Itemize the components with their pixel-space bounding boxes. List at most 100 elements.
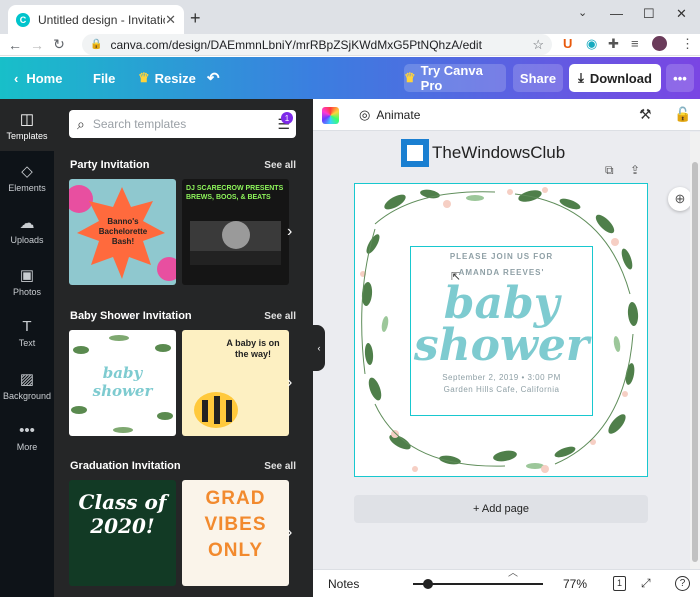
design-page[interactable]: PLEASE JOIN US FOR AMANDA REEVES' baby s…: [354, 183, 648, 477]
color-picker-icon[interactable]: [322, 107, 339, 124]
invite-place[interactable]: Garden Hills Cafe, California: [444, 385, 560, 394]
invite-line-1: PLEASE JOIN US FOR: [449, 252, 554, 261]
tab-search-icon[interactable]: ⌄: [578, 6, 587, 19]
search-input[interactable]: [92, 117, 253, 131]
chevron-up-icon[interactable]: ︿: [508, 564, 518, 579]
reload-icon[interactable]: ↻: [48, 36, 70, 53]
invite-date[interactable]: September 2, 2019 • 3:00 PM: [442, 373, 561, 382]
back-icon[interactable]: ←: [4, 37, 26, 53]
extensions-puzzle-icon[interactable]: ✚: [608, 36, 619, 52]
extension-grammar-icon[interactable]: ◉: [586, 36, 597, 52]
uploads-icon: ☁: [19, 214, 35, 232]
add-page-button[interactable]: + Add page: [354, 495, 648, 523]
lock-icon[interactable]: 🔓: [674, 106, 691, 123]
share-label: Share: [519, 70, 557, 86]
resize-label: Resize: [154, 70, 196, 86]
rail-item-text[interactable]: T Text: [0, 307, 54, 359]
url-bar[interactable]: 🔒 canva.com/design/DAEmmnLbniY/mrRBpZSjK…: [82, 34, 552, 55]
elements-icon: ◇: [21, 162, 33, 180]
next-arrow-icon[interactable]: ›: [287, 524, 292, 542]
thumb-text: GRAD VIBES ONLY: [204, 488, 267, 561]
resize-button[interactable]: ♛ Resize: [138, 57, 196, 99]
animate-label: Animate: [376, 108, 421, 122]
animate-button[interactable]: ◎ Animate: [359, 107, 420, 123]
browser-menu-icon[interactable]: ⋮: [681, 36, 694, 52]
rail-item-photos[interactable]: ▣ Photos: [0, 255, 54, 307]
rail-item-uploads[interactable]: ☁ Uploads: [0, 203, 54, 255]
media-control-icon[interactable]: ≡: [631, 36, 639, 51]
duplicate-page-icon[interactable]: ⧉: [605, 163, 614, 178]
new-tab-icon[interactable]: +: [190, 8, 201, 29]
left-rail: ◫ Templates ◇ Elements ☁ Uploads ▣ Photo…: [0, 99, 54, 597]
download-button[interactable]: ⤓ Download: [569, 64, 661, 92]
template-thumb-baby-shower[interactable]: baby shower: [69, 330, 176, 436]
forward-icon[interactable]: →: [26, 37, 48, 53]
template-thumb-grad-vibes[interactable]: GRAD VIBES ONLY: [182, 480, 289, 586]
rail-item-label: Elements: [8, 182, 46, 193]
rail-item-background[interactable]: ▨ Background: [0, 359, 54, 411]
invitation-text-frame[interactable]: PLEASE JOIN US FOR AMANDA REEVES' baby s…: [410, 246, 593, 416]
browser-tab[interactable]: C Untitled design - Invitation (Squ… ✕: [8, 5, 184, 34]
see-all-link[interactable]: See all: [264, 160, 296, 171]
maximize-icon[interactable]: ☐: [643, 6, 655, 22]
logo-text: TheWindowsClub: [432, 143, 566, 162]
home-button[interactable]: ‹ Home: [14, 57, 62, 99]
next-arrow-icon[interactable]: ›: [287, 374, 292, 392]
see-all-link[interactable]: See all: [264, 311, 296, 322]
window-close-icon[interactable]: ✕: [676, 6, 687, 22]
download-icon: ⤓: [578, 70, 584, 85]
section-title: Party Invitation: [70, 159, 150, 171]
fullscreen-icon[interactable]: ⤢: [641, 576, 651, 591]
zoom-slider-knob[interactable]: [423, 579, 433, 589]
templates-icon: ◫: [19, 110, 35, 128]
rail-item-label: Background: [2, 390, 52, 401]
thumb-text: baby shower: [92, 364, 153, 400]
vertical-scrollbar[interactable]: [690, 132, 700, 569]
more-options-icon[interactable]: •••: [666, 64, 694, 92]
share-button[interactable]: Share: [513, 64, 563, 92]
collapse-panel-icon[interactable]: ‹: [313, 325, 325, 371]
rail-item-templates[interactable]: ◫ Templates: [0, 99, 54, 151]
close-tab-icon[interactable]: ✕: [165, 12, 176, 28]
scrollbar-thumb[interactable]: [692, 162, 698, 562]
notes-button[interactable]: Notes: [328, 577, 359, 591]
template-thumb-brews-boos[interactable]: DJ SCARECROW PRESENTS BREWS, BOOS, & BEA…: [182, 179, 289, 285]
invite-title-shower[interactable]: shower: [414, 324, 589, 368]
template-thumb-class-of-2020[interactable]: Class of 2020!: [69, 480, 176, 586]
page-count-icon[interactable]: 1: [613, 576, 626, 591]
next-arrow-icon[interactable]: ›: [287, 223, 292, 241]
filter-count-badge: 1: [281, 112, 293, 124]
minimize-icon[interactable]: —: [610, 6, 623, 21]
try-pro-label: Try Canva Pro: [420, 63, 483, 93]
undo-icon[interactable]: ↶: [207, 57, 220, 99]
thumb-text: DJ SCARECROW PRESENTS BREWS, BOOS, & BEA…: [186, 185, 284, 201]
try-canva-pro-button[interactable]: ♛ Try Canva Pro: [404, 63, 506, 93]
rail-item-label: Uploads: [10, 234, 44, 245]
canvas-area: ◎ Animate ⚒ 🔓 TheWindowsClub ⧉ ⇪ PLEASE …: [313, 99, 700, 569]
add-comment-icon[interactable]: ⊕: [668, 187, 692, 211]
file-menu-button[interactable]: File: [93, 57, 115, 99]
section-title: Baby Shower Invitation: [70, 310, 192, 322]
thewindowsclub-watermark: TheWindowsClub: [401, 139, 565, 167]
more-icon: •••: [19, 422, 35, 439]
profile-avatar[interactable]: [652, 36, 667, 51]
animate-icon: ◎: [359, 107, 371, 122]
extension-u-icon[interactable]: U: [563, 36, 572, 51]
zoom-level[interactable]: 77%: [563, 577, 587, 591]
rail-item-label: Text: [18, 338, 36, 348]
zoom-slider[interactable]: [413, 579, 543, 589]
template-thumb-bachelorette[interactable]: Banno's Bachelorette Bash!: [69, 179, 176, 285]
paint-roller-icon[interactable]: ⚒: [639, 106, 652, 123]
help-icon[interactable]: ?: [675, 576, 690, 591]
template-thumb-baby-on-way[interactable]: A baby is on the way!: [182, 330, 289, 436]
rail-item-more[interactable]: ••• More: [0, 411, 54, 463]
invite-title-baby[interactable]: baby: [444, 282, 560, 326]
add-page-label: + Add page: [473, 503, 529, 515]
see-all-link[interactable]: See all: [264, 461, 296, 472]
home-label: Home: [26, 70, 63, 86]
add-page-icon[interactable]: ⇪: [630, 163, 640, 177]
rail-item-elements[interactable]: ◇ Elements: [0, 151, 54, 203]
bookmark-star-icon[interactable]: ☆: [532, 37, 544, 53]
url-text: canva.com/design/DAEmmnLbniY/mrRBpZSjKWd…: [110, 37, 482, 52]
search-box[interactable]: ⌕ ☰ 1: [69, 110, 296, 138]
